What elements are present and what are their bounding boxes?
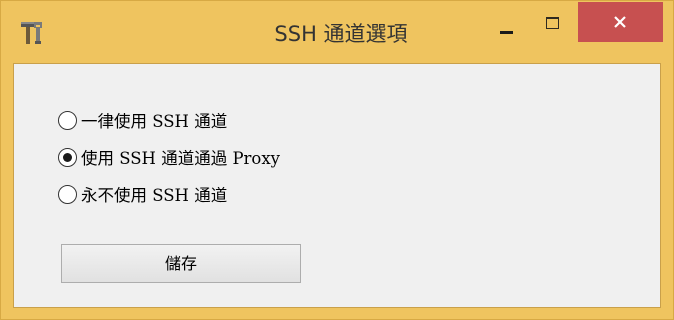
maximize-icon	[546, 17, 559, 29]
radio-button[interactable]	[58, 184, 77, 204]
radio-button[interactable]	[58, 110, 77, 130]
title-bar[interactable]: SSH 通道選項	[1, 1, 673, 63]
radio-button[interactable]	[58, 147, 77, 167]
dialog-content: 一律使用 SSH 通道 使用 SSH 通道通過 Proxy 永不使用 SSH 通…	[13, 63, 661, 308]
radio-always-use-ssh[interactable]: 一律使用 SSH 通道	[58, 107, 227, 133]
dialog-window: SSH 通道選項 一律使用 SSH 通道 使用 SSH 通道通過 Proxy 永…	[0, 0, 674, 320]
save-button[interactable]: 儲存	[61, 244, 301, 283]
radio-label[interactable]: 永不使用 SSH 通道	[81, 182, 227, 206]
close-icon	[614, 16, 626, 28]
window-title: SSH 通道選項	[274, 22, 408, 46]
minimize-icon	[500, 31, 513, 34]
minimize-button[interactable]	[485, 7, 529, 43]
radio-label[interactable]: 一律使用 SSH 通道	[81, 108, 227, 132]
radio-never-use-ssh[interactable]: 永不使用 SSH 通道	[58, 181, 227, 207]
close-button[interactable]	[578, 2, 663, 42]
radio-label[interactable]: 使用 SSH 通道通過 Proxy	[81, 145, 280, 169]
radio-use-ssh-via-proxy[interactable]: 使用 SSH 通道通過 Proxy	[58, 144, 280, 170]
tools-icon[interactable]	[19, 19, 47, 47]
maximize-button[interactable]	[531, 7, 575, 43]
